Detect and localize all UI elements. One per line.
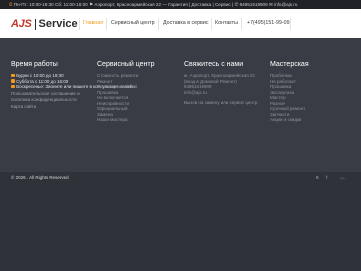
- scroll-up-icon[interactable]: ︿: [340, 175, 345, 181]
- service-link[interactable]: Наши мастера: [97, 117, 155, 123]
- contact-address: м. Аэропорт, Красноармейская 22: [184, 73, 255, 78]
- footer-col-contact: Свяжитесь с нами м. Аэропорт, Красноарме…: [184, 60, 257, 106]
- site-footer: Время работы Будни с 10:00 до 19:30 Субб…: [0, 38, 361, 172]
- nav-divider: [79, 18, 80, 30]
- twitter-icon[interactable]: t: [326, 175, 327, 181]
- nav-divider: [211, 18, 212, 30]
- contact-title: Свяжитесь с нами: [184, 61, 244, 68]
- nav-divider: [158, 18, 159, 30]
- workshop-title: Мастерская: [270, 61, 309, 68]
- workshop-link[interactable]: Акции и скидки: [270, 117, 309, 123]
- footer-col-workshop: Мастерская Проблемы Не работает Прошивка…: [270, 60, 309, 123]
- footer-col-service: Сервисный центр Стоимость ремонта Ремонт…: [97, 60, 155, 123]
- footer-bottom-bar: © 2026 . All Rights Reserved в t ︿: [0, 172, 361, 271]
- vk-icon[interactable]: в: [316, 175, 319, 181]
- service-title: Сервисный центр: [97, 61, 155, 68]
- checkbox-icon: [11, 84, 15, 89]
- nav-service-center[interactable]: Сервисный центр: [111, 9, 155, 38]
- site-logo[interactable]: AJS Service: [11, 16, 78, 32]
- top-info-text: Пн-Пт: 10:00-19:30 Сб: 11:00-16:00 ⚑ Аэр…: [13, 2, 298, 7]
- checkbox-icon: [11, 79, 15, 83]
- nav-delivery[interactable]: Доставка в сервис: [163, 9, 208, 38]
- contact-email[interactable]: info@ajs.ru: [184, 90, 257, 96]
- nav-divider: [106, 18, 107, 30]
- top-info-bar: ⏲ Пн-Пт: 10:00-19:30 Сб: 11:00-16:00 ⚑ А…: [0, 0, 361, 9]
- nav-divider: [241, 18, 242, 30]
- nav-contacts[interactable]: Контакты: [215, 9, 238, 38]
- nav-divider: [290, 18, 291, 30]
- header-phone[interactable]: +7(495)151-99-09: [247, 9, 290, 38]
- site-header: AJS Service Главная Сервисный центр Дост…: [0, 9, 361, 38]
- logo-brand: AJS: [11, 18, 32, 30]
- checkbox-icon: [11, 73, 15, 78]
- logo-separator: [34, 18, 36, 30]
- nav-home[interactable]: Главная: [83, 9, 103, 38]
- contact-callout[interactable]: Вызов на замену или сервис центр: [184, 100, 257, 106]
- logo-word: Service: [38, 18, 78, 30]
- workshop-link[interactable]: Срочный ремонт: [270, 106, 309, 112]
- copyright-text: © 2026 . All Rights Reserved: [11, 175, 69, 180]
